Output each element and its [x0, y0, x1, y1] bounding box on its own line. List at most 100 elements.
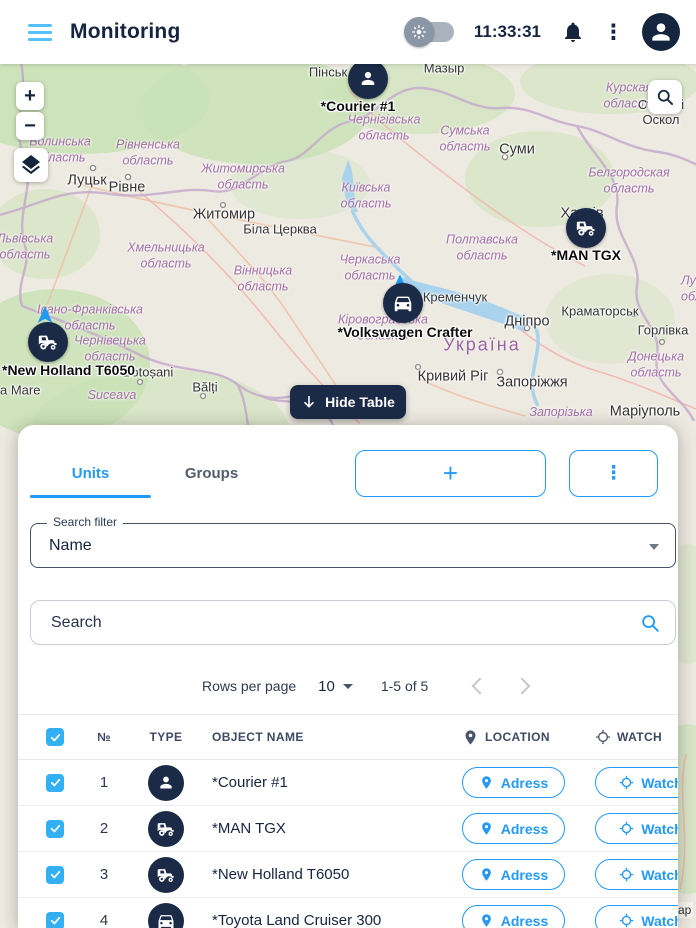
sun-icon: [403, 17, 434, 47]
map-unit-label: *MAN TGX: [551, 247, 621, 263]
map-city-label: Мазыр: [423, 64, 465, 76]
address-label: Adress: [500, 820, 549, 837]
search-icon[interactable]: [639, 612, 661, 634]
address-button[interactable]: Adress: [462, 813, 565, 844]
rows-per-page-value[interactable]: 10: [318, 678, 335, 695]
watch-button[interactable]: Watch: [595, 905, 678, 928]
map-region-label: Белгородская область: [588, 165, 670, 195]
map-region-label: Донецька область: [627, 349, 685, 379]
map-unit-marker-man-tgx[interactable]: [566, 208, 606, 248]
zoom-in-button[interactable]: +: [16, 82, 44, 110]
layers-button[interactable]: [14, 148, 48, 182]
watch-label: Watch: [641, 774, 678, 791]
tab-groups[interactable]: Groups: [151, 450, 272, 496]
header-watch: WATCH: [617, 730, 663, 744]
map-city-label: Суми: [499, 141, 535, 158]
map-city-label: Пінськ: [308, 64, 348, 80]
map-city-label: Луцьк: [67, 172, 107, 189]
location-pin-icon: [462, 729, 479, 746]
map-city-label: Краматорськ: [561, 303, 639, 319]
map-region-label: Вінницька область: [233, 263, 293, 293]
chevron-down-icon[interactable]: [342, 683, 353, 689]
top-bar: Monitoring 11:33:31 ⋮: [0, 0, 696, 64]
rows-per-page-label: Rows per page: [202, 678, 297, 694]
table-row: 3 *New Holland T6050 Adress Watch: [18, 852, 678, 898]
table-row: 2 *MAN TGX Adress Watch: [18, 806, 678, 852]
tractor-icon: [148, 856, 184, 893]
watch-label: Watch: [641, 866, 678, 883]
address-button[interactable]: Adress: [462, 767, 565, 798]
app-window: Monitoring 11:33:31 ⋮ Волинська область …: [0, 0, 696, 928]
pagination: Rows per page 10 1-5 of 5: [18, 668, 678, 704]
header-type: TYPE: [149, 730, 183, 744]
map-city-label: Рівне: [108, 179, 146, 196]
watch-button[interactable]: Watch: [595, 767, 678, 798]
add-unit-button[interactable]: +: [355, 450, 546, 497]
chevron-left-icon[interactable]: [471, 677, 489, 695]
table-body: 1 *Courier #1 Adress Watch 2 *MAN TGX Ad…: [18, 760, 678, 928]
watch-button[interactable]: Watch: [595, 859, 678, 890]
address-label: Adress: [500, 912, 549, 928]
search-filter-value: Name: [49, 536, 92, 554]
more-vertical-icon[interactable]: ⋮: [603, 22, 624, 43]
header-object-name: OBJECT NAME: [212, 730, 304, 744]
tractor-icon: [37, 331, 59, 353]
crosshair-icon: [619, 913, 634, 928]
map-unit-marker-new-holland[interactable]: [28, 322, 68, 362]
search-filter-label: Search filter: [47, 515, 124, 529]
location-pin-icon: [479, 913, 494, 928]
hide-table-button[interactable]: Hide Table: [290, 385, 406, 419]
map-city-label: a Mare: [0, 382, 41, 398]
hide-table-label: Hide Table: [325, 394, 395, 410]
map-region-label: Запорізька: [529, 405, 593, 420]
arrow-down-icon: [301, 394, 317, 410]
map-city-label: Горлівка: [637, 322, 689, 338]
map-region-label: Полтавська область: [446, 232, 518, 262]
car-icon: [148, 902, 184, 928]
location-pin-icon: [479, 775, 494, 790]
zoom-out-button[interactable]: −: [16, 112, 44, 140]
theme-toggle[interactable]: [403, 17, 454, 47]
select-all-checkbox[interactable]: [46, 728, 64, 746]
row-checkbox[interactable]: [46, 773, 64, 792]
tab-units[interactable]: Units: [30, 450, 151, 496]
tractor-icon: [575, 217, 597, 239]
pagination-range: 1-5 of 5: [380, 678, 429, 694]
row-checkbox[interactable]: [46, 819, 64, 838]
map-city-label: Bălți: [192, 379, 218, 395]
menu-icon[interactable]: [28, 23, 52, 41]
person-icon: [357, 68, 379, 90]
object-name: *Courier #1: [212, 774, 288, 791]
chevron-right-icon[interactable]: [513, 677, 531, 695]
car-icon: [392, 292, 414, 314]
object-name: *MAN TGX: [212, 820, 286, 837]
map-search-button[interactable]: [648, 80, 682, 114]
object-name: *New Holland T6050: [212, 866, 350, 883]
map-unit-label: *Courier #1: [320, 98, 396, 114]
table-row: 1 *Courier #1 Adress Watch: [18, 760, 678, 806]
address-button[interactable]: Adress: [462, 859, 565, 890]
location-pin-icon: [479, 867, 494, 882]
tractor-icon: [148, 810, 184, 847]
search-input[interactable]: [49, 612, 639, 633]
search-filter-select[interactable]: Search filter Name: [30, 515, 676, 568]
row-checkbox[interactable]: [46, 865, 64, 884]
address-button[interactable]: Adress: [462, 905, 565, 928]
header-location: LOCATION: [485, 730, 550, 744]
notifications-bell-icon[interactable]: [561, 20, 585, 44]
clock: 11:33:31: [473, 22, 541, 41]
map-region-label: Suceava: [87, 388, 137, 403]
location-pin-icon: [479, 821, 494, 836]
map-city-label: Дніпро: [504, 313, 550, 330]
map-city-label: Кривий Ріг: [417, 368, 489, 385]
table-header: № TYPE OBJECT NAME LOCATION WATCH: [18, 714, 678, 760]
watch-button[interactable]: Watch: [595, 813, 678, 844]
map-region-label: Житомирська область: [201, 161, 285, 191]
topbar-actions: 11:33:31 ⋮: [403, 13, 680, 51]
panel-more-button[interactable]: ⋮: [569, 450, 658, 497]
account-avatar[interactable]: [642, 13, 680, 51]
map-unit-marker-vw-crafter[interactable]: [383, 283, 423, 323]
row-checkbox[interactable]: [46, 911, 64, 928]
search-icon: [655, 87, 675, 107]
map-region-label: Луга обла: [681, 273, 696, 303]
